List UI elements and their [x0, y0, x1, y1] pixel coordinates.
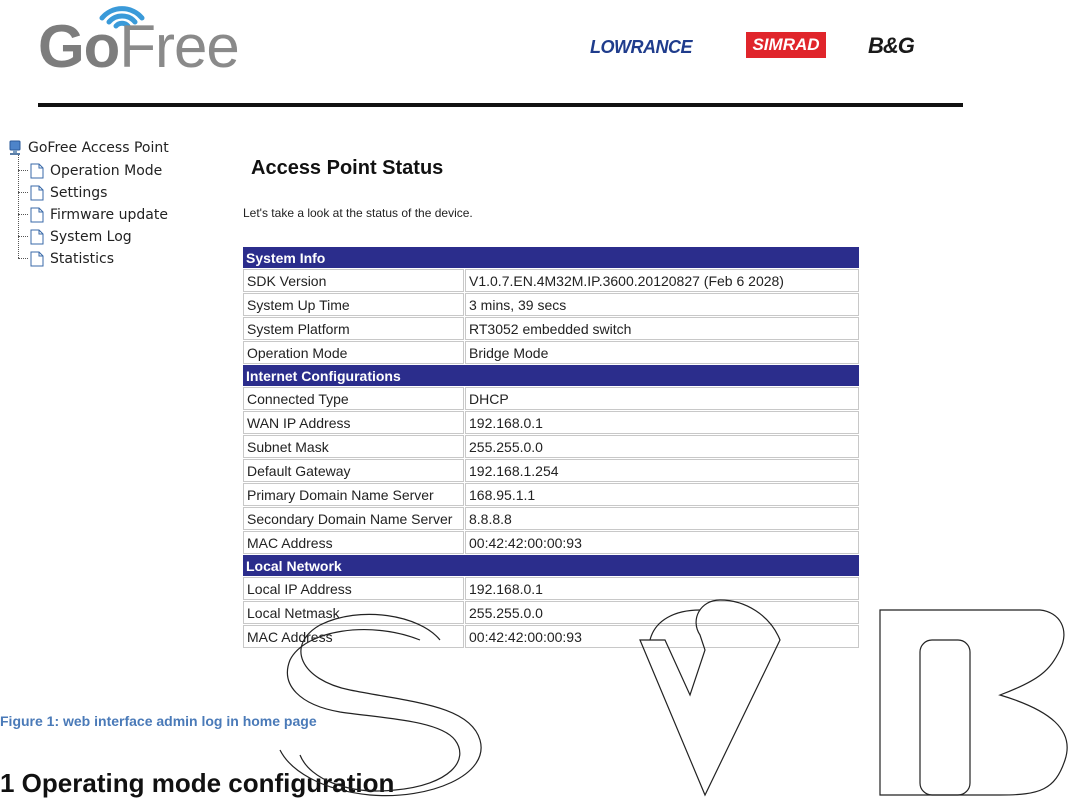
nav-item-operation-mode[interactable]: Operation Mode [18, 160, 162, 182]
section-header-local-network: Local Network [243, 555, 859, 576]
page-title: Access Point Status [251, 157, 444, 179]
row-label: System Platform [243, 317, 464, 340]
table-row: Secondary Domain Name Server 8.8.8.8 [243, 507, 859, 530]
row-label: MAC Address [243, 625, 464, 648]
row-label: Local IP Address [243, 577, 464, 600]
simrad-logo: SIMRAD [746, 32, 826, 58]
table-row: Operation Mode Bridge Mode [243, 341, 859, 364]
row-value: Bridge Mode [465, 341, 859, 364]
section-header-internet-configurations: Internet Configurations [243, 365, 859, 386]
lowrance-logo: LOWRANCE [590, 37, 693, 57]
row-value: 3 mins, 39 secs [465, 293, 859, 316]
document-icon [30, 207, 44, 223]
tree-branch [18, 258, 28, 260]
nav-item-system-log[interactable]: System Log [18, 226, 132, 248]
section-title: System Info [243, 247, 859, 268]
table-row: Default Gateway 192.168.1.254 [243, 459, 859, 482]
row-value: RT3052 embedded switch [465, 317, 859, 340]
row-label: Primary Domain Name Server [243, 483, 464, 506]
table-row: MAC Address 00:42:42:00:00:93 [243, 531, 859, 554]
row-value: 192.168.0.1 [465, 411, 859, 434]
document-icon [30, 251, 44, 267]
table-row: Local Netmask 255.255.0.0 [243, 601, 859, 624]
computer-icon [9, 140, 21, 155]
table-row: Local IP Address 192.168.0.1 [243, 577, 859, 600]
nav-item-settings[interactable]: Settings [18, 182, 107, 204]
section-header-system-info: System Info [243, 247, 859, 268]
row-label: Operation Mode [243, 341, 464, 364]
header-divider [38, 103, 963, 107]
status-table: System Info SDK Version V1.0.7.EN.4M32M.I… [242, 246, 860, 649]
logo-wordmark: GoFree [38, 13, 240, 80]
row-label: MAC Address [243, 531, 464, 554]
table-row: SDK Version V1.0.7.EN.4M32M.IP.3600.20120… [243, 269, 859, 292]
row-label: System Up Time [243, 293, 464, 316]
tree-root-label: GoFree Access Point [28, 140, 169, 156]
table-row: System Up Time 3 mins, 39 secs [243, 293, 859, 316]
nav-item-label: Firmware update [50, 207, 168, 223]
intro-text: Let's take a look at the status of the d… [243, 206, 473, 220]
gofree-logo: GoFree [38, 0, 298, 80]
row-value: 255.255.0.0 [465, 435, 859, 458]
nav-item-label: System Log [50, 229, 132, 245]
tree-branch [18, 214, 28, 216]
row-label: Connected Type [243, 387, 464, 410]
table-row: Subnet Mask 255.255.0.0 [243, 435, 859, 458]
nav-item-label: Operation Mode [50, 163, 163, 179]
table-row: Connected Type DHCP [243, 387, 859, 410]
section-title: Local Network [243, 555, 859, 576]
table-row: Primary Domain Name Server 168.95.1.1 [243, 483, 859, 506]
row-value: 255.255.0.0 [465, 601, 859, 624]
row-label: WAN IP Address [243, 411, 464, 434]
section-title: Internet Configurations [243, 365, 859, 386]
table-row: WAN IP Address 192.168.0.1 [243, 411, 859, 434]
row-label: SDK Version [243, 269, 464, 292]
table-row: System Platform RT3052 embedded switch [243, 317, 859, 340]
row-value: 192.168.1.254 [465, 459, 859, 482]
document-icon [30, 163, 44, 179]
row-label: Default Gateway [243, 459, 464, 482]
nav-item-statistics[interactable]: Statistics [18, 248, 114, 270]
tree-branch [18, 236, 28, 238]
bg-logo: B&G [868, 33, 915, 58]
tree-branch [18, 170, 28, 172]
table-row: MAC Address 00:42:42:00:00:93 [243, 625, 859, 648]
tree-root[interactable]: GoFree Access Point [8, 139, 169, 157]
nav-item-firmware-update[interactable]: Firmware update [18, 204, 168, 226]
row-value: 168.95.1.1 [465, 483, 859, 506]
row-value: 8.8.8.8 [465, 507, 859, 530]
row-label: Secondary Domain Name Server [243, 507, 464, 530]
tree-branch [18, 192, 28, 194]
logo-free: Free [119, 13, 239, 80]
nav-item-label: Statistics [50, 251, 114, 267]
row-value: DHCP [465, 387, 859, 410]
row-value: V1.0.7.EN.4M32M.IP.3600.20120827 (Feb 6 … [465, 269, 859, 292]
figure-caption: Figure 1: web interface admin log in hom… [0, 713, 317, 729]
row-value: 00:42:42:00:00:93 [465, 625, 859, 648]
row-value: 192.168.0.1 [465, 577, 859, 600]
nav-item-label: Settings [50, 185, 108, 201]
row-label: Subnet Mask [243, 435, 464, 458]
document-icon [30, 185, 44, 201]
row-label: Local Netmask [243, 601, 464, 624]
logo-go: Go [38, 13, 120, 80]
section-heading: 1 Operating mode configuration [0, 768, 395, 798]
document-icon [30, 229, 44, 245]
row-value: 00:42:42:00:00:93 [465, 531, 859, 554]
